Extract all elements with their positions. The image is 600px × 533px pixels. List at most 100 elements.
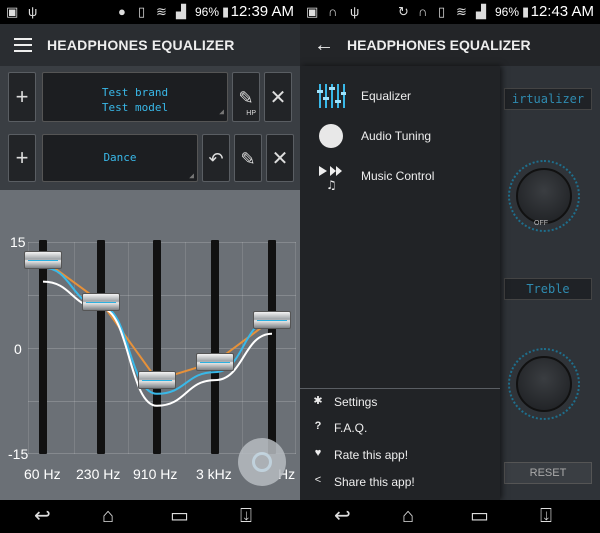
back-icon[interactable]: ↩ — [334, 506, 351, 526]
location-icon: ● — [118, 4, 126, 19]
drawer-item-music-control[interactable]: ♫ Music Control — [300, 158, 500, 194]
eq-curve-orange — [42, 258, 273, 381]
treble-label: Treble — [504, 278, 592, 300]
vibrate-icon: ▯ — [138, 4, 146, 19]
wifi-icon: ≋ — [456, 4, 467, 19]
home-icon[interactable]: ⌂ — [102, 506, 114, 526]
band-label: 910 Hz — [133, 466, 178, 482]
heart-icon: ♥ — [314, 447, 322, 459]
drawer-item-equalizer[interactable]: Equalizer — [300, 78, 500, 114]
band-label: 230 Hz — [76, 466, 121, 482]
band-slider-knob[interactable] — [24, 250, 62, 269]
back-arrow-icon[interactable]: ← — [314, 34, 334, 57]
app-bar: HEADPHONES EQUALIZER — [0, 24, 300, 66]
drawer-item-rate[interactable]: ♥ Rate this app! — [300, 443, 500, 467]
question-icon: ? — [314, 420, 322, 432]
notification-icon: ▣ — [6, 4, 19, 19]
virtualizer-dial[interactable] — [516, 168, 572, 224]
battery-icon: ▮ — [522, 4, 530, 19]
delete-headphone-button[interactable]: ✕ — [264, 72, 292, 122]
battery-percent: 96% — [495, 5, 520, 19]
home-icon[interactable]: ⌂ — [402, 506, 414, 526]
drawer-item-share[interactable]: < Share this app! — [300, 470, 500, 494]
band-label: 3 kHz — [196, 466, 232, 482]
signal-icon: ▟ — [476, 4, 486, 19]
headset-icon: ∩ — [328, 4, 338, 19]
music-control-icon: ♫ — [319, 166, 342, 190]
preset-name: Dance — [103, 151, 137, 164]
gear-icon — [252, 452, 272, 472]
drawer-screen: ▣ ∩ ψ ↻ ∩ ▯ ≋ ▟ 96% ▮ 12:43 AM irtualize… — [300, 0, 600, 533]
back-icon[interactable]: ↩ — [34, 506, 51, 526]
virtualizer-off-label: OFF — [534, 220, 548, 227]
vibrate-icon: ▯ — [438, 4, 446, 19]
add-preset-button[interactable]: + — [8, 134, 36, 182]
edit-headphone-button[interactable]: ✎ HP — [232, 72, 260, 122]
usb-icon: ψ — [28, 4, 38, 19]
sync-icon: ↻ — [398, 4, 409, 19]
clock: 12:43 AM — [530, 3, 594, 20]
page-title: HEADPHONES EQUALIZER — [347, 37, 531, 53]
menu-icon[interactable] — [14, 38, 32, 52]
band-slider-knob[interactable] — [253, 310, 291, 329]
headphone-display[interactable]: Test brand Test model ◢ — [42, 72, 228, 122]
wifi-icon: ≋ — [156, 4, 167, 19]
signal-icon: ▟ — [176, 4, 186, 19]
preset-display[interactable]: Dance ◢ — [42, 134, 198, 182]
notification-icon: ▣ — [306, 4, 319, 19]
headphone-model: Test model — [101, 101, 169, 114]
recents-icon[interactable]: ▭ — [470, 506, 489, 526]
hp-badge: HP — [246, 110, 256, 117]
drawer-item-audio-tuning[interactable]: Audio Tuning — [300, 118, 500, 154]
band-slider-knob[interactable] — [196, 353, 234, 372]
page-title: HEADPHONES EQUALIZER — [47, 37, 235, 53]
drawer-item-label: Music Control — [361, 169, 435, 183]
drawer-item-settings[interactable]: ✱ Settings — [300, 390, 500, 414]
pencil-icon: ✎ — [240, 149, 256, 169]
nav-bar: ↩ ⌂ ▭ ⍗ — [300, 500, 600, 533]
profile-panel: + Test brand Test model ◢ ✎ HP ✕ + Dance… — [0, 66, 300, 190]
status-bar: ▣ ∩ ψ ↻ ∩ ▯ ≋ ▟ 96% ▮ 12:43 AM — [300, 0, 600, 24]
status-bar: ▣ ψ ● ▯ ≋ ▟ 96% ▮ 12:39 AM — [0, 0, 300, 24]
headphone-brand: Test brand — [101, 86, 169, 99]
undo-preset-button[interactable]: ↶ — [202, 134, 230, 182]
delete-preset-button[interactable]: ✕ — [266, 134, 294, 182]
settings-fab[interactable] — [238, 438, 286, 486]
drawer-item-label: Audio Tuning — [361, 129, 432, 143]
nav-bar: ↩ ⌂ ▭ ⍗ — [0, 500, 300, 533]
drawer-item-label: Share this app! — [334, 475, 415, 489]
app-bar: ← HEADPHONES EQUALIZER — [300, 24, 600, 66]
download-icon[interactable]: ⍗ — [240, 506, 252, 526]
battery-icon: ▮ — [222, 4, 230, 19]
headset-icon: ∩ — [418, 4, 428, 19]
drawer-item-label: Rate this app! — [334, 448, 409, 462]
battery-percent: 96% — [195, 5, 220, 19]
drawer-item-faq[interactable]: ? F.A.Q. — [300, 416, 500, 440]
gear-icon: ✱ — [313, 395, 323, 407]
band-slider-knob[interactable] — [82, 293, 120, 312]
navigation-drawer: Equalizer Audio Tuning ♫ Music Control ✱… — [300, 66, 500, 500]
close-icon: ✕ — [269, 87, 287, 109]
treble-dial[interactable] — [516, 356, 572, 412]
equalizer-screen: ▣ ψ ● ▯ ≋ ▟ 96% ▮ 12:39 AM HEADPHONES EQ… — [0, 0, 300, 533]
virtualizer-label: irtualizer — [504, 88, 592, 110]
plus-icon: + — [15, 145, 29, 170]
undo-icon: ↶ — [208, 149, 224, 169]
close-icon: ✕ — [271, 148, 289, 170]
drawer-item-label: F.A.Q. — [334, 421, 368, 435]
equalizer-panel: 15 0 -15 60 Hz 230 Hz 910 Hz 3 kHz Hz — [0, 190, 300, 500]
add-headphone-button[interactable]: + — [8, 72, 36, 122]
reset-button[interactable]: RESET — [504, 462, 592, 484]
drawer-item-label: Equalizer — [361, 89, 412, 103]
usb-icon: ψ — [350, 4, 360, 19]
plus-icon: + — [15, 84, 29, 109]
audio-tuning-icon — [319, 124, 343, 148]
recents-icon[interactable]: ▭ — [170, 506, 189, 526]
edit-preset-button[interactable]: ✎ — [234, 134, 262, 182]
band-slider-knob[interactable] — [138, 370, 176, 389]
band-label: 60 Hz — [24, 466, 61, 482]
svg-text:♫: ♫ — [326, 178, 337, 190]
dropdown-corner-icon: ◢ — [189, 171, 194, 180]
download-icon[interactable]: ⍗ — [540, 506, 552, 526]
equalizer-icon — [317, 84, 346, 108]
